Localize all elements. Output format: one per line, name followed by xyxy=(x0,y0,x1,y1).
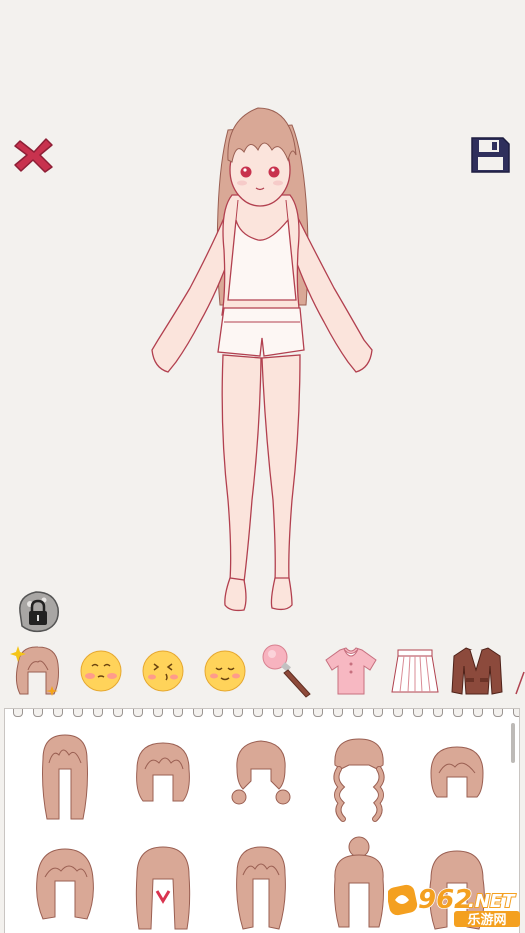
padlock-icon xyxy=(19,591,59,633)
panel-scrollbar[interactable] xyxy=(511,723,515,763)
notebook-ring xyxy=(373,709,383,717)
notebook-ring xyxy=(53,709,63,717)
notebook-ring xyxy=(153,709,163,717)
hair-bob-icon xyxy=(136,742,190,802)
category-face-3[interactable] xyxy=(196,642,254,700)
hair-short-bob-icon xyxy=(430,746,484,798)
tshirt-icon xyxy=(325,647,377,695)
category-face-2[interactable] xyxy=(134,642,192,700)
blush-face-icon xyxy=(80,650,122,692)
category-more[interactable] xyxy=(512,642,525,700)
notebook-ring xyxy=(233,709,243,717)
hair-long-straight-icon xyxy=(42,734,88,820)
jacket-icon xyxy=(451,647,503,695)
notebook-ring xyxy=(73,709,83,717)
watermark-number: 962 xyxy=(418,885,472,915)
hair-option-medium-flip[interactable] xyxy=(25,839,105,933)
hair-low-pigtails-icon xyxy=(231,740,291,805)
category-face-1[interactable] xyxy=(72,642,130,700)
category-skirts[interactable] xyxy=(386,642,444,700)
close-x-icon xyxy=(14,138,53,173)
notebook-ring xyxy=(273,709,283,717)
watermark-suffix: .NET xyxy=(468,891,516,912)
avatar-eye-right xyxy=(268,166,280,178)
notebook-ring xyxy=(333,709,343,717)
makeup-brush-icon xyxy=(262,644,311,698)
notebook-ring xyxy=(133,709,143,717)
smile-face-icon xyxy=(204,650,246,692)
notebook-ring xyxy=(13,709,23,717)
notebook-ring xyxy=(473,709,483,717)
notebook-ring xyxy=(493,709,503,717)
category-hair[interactable] xyxy=(8,642,66,700)
hair-option-long-layered[interactable] xyxy=(221,839,301,933)
notebook-ring xyxy=(393,709,403,717)
notebook-ring xyxy=(353,709,363,717)
notebook-ring xyxy=(313,709,323,717)
category-tops[interactable] xyxy=(322,642,380,700)
notebook-ring xyxy=(513,709,519,717)
hair-option-long-straight[interactable] xyxy=(25,729,105,824)
watermark-subtitle: 乐游网 xyxy=(467,912,506,928)
floppy-disk-icon xyxy=(471,137,510,173)
notebook-ring xyxy=(213,709,223,717)
hair-option-bob[interactable] xyxy=(123,729,203,824)
category-jackets[interactable] xyxy=(448,642,506,700)
notebook-ring xyxy=(453,709,463,717)
notebook-ring xyxy=(293,709,303,717)
notebook-ring xyxy=(253,709,263,717)
site-watermark: 962 .NET 乐游网 xyxy=(388,884,520,928)
hair-option-short-bob[interactable] xyxy=(417,729,497,824)
partial-item-icon xyxy=(515,671,525,695)
notebook-ring xyxy=(93,709,103,717)
hair-top-bun-icon xyxy=(334,836,384,928)
notebook-ring xyxy=(113,709,123,717)
hair-long-bow-icon xyxy=(135,846,191,930)
notebook-ring xyxy=(33,709,43,717)
notebook-ring xyxy=(193,709,203,717)
avatar-shorts xyxy=(217,307,305,357)
category-makeup[interactable] xyxy=(258,642,316,700)
notebook-ring xyxy=(433,709,443,717)
hair-long-layered-icon xyxy=(236,846,286,930)
close-button[interactable] xyxy=(12,135,56,175)
hair-option-braids[interactable] xyxy=(319,729,399,824)
avatar-legs xyxy=(221,354,262,583)
hair-option-long-with-bow[interactable] xyxy=(123,839,203,933)
notebook-ring xyxy=(413,709,423,717)
hair-option-low-pigtails[interactable] xyxy=(221,729,301,824)
pleated-skirt-icon xyxy=(391,649,439,693)
hair-medium-flip-icon xyxy=(36,848,94,920)
notebook-ring xyxy=(173,709,183,717)
hair-option-top-bun[interactable] xyxy=(319,835,399,930)
category-bar xyxy=(0,642,525,704)
save-button[interactable] xyxy=(467,133,513,177)
hair-icon xyxy=(10,646,59,696)
hair-braids-icon xyxy=(333,738,385,822)
lock-button[interactable] xyxy=(14,588,62,636)
avatar-figure xyxy=(151,107,373,612)
avatar-feet xyxy=(224,577,247,612)
avatar-eye-left xyxy=(240,166,252,178)
wink-face-icon xyxy=(142,650,184,692)
